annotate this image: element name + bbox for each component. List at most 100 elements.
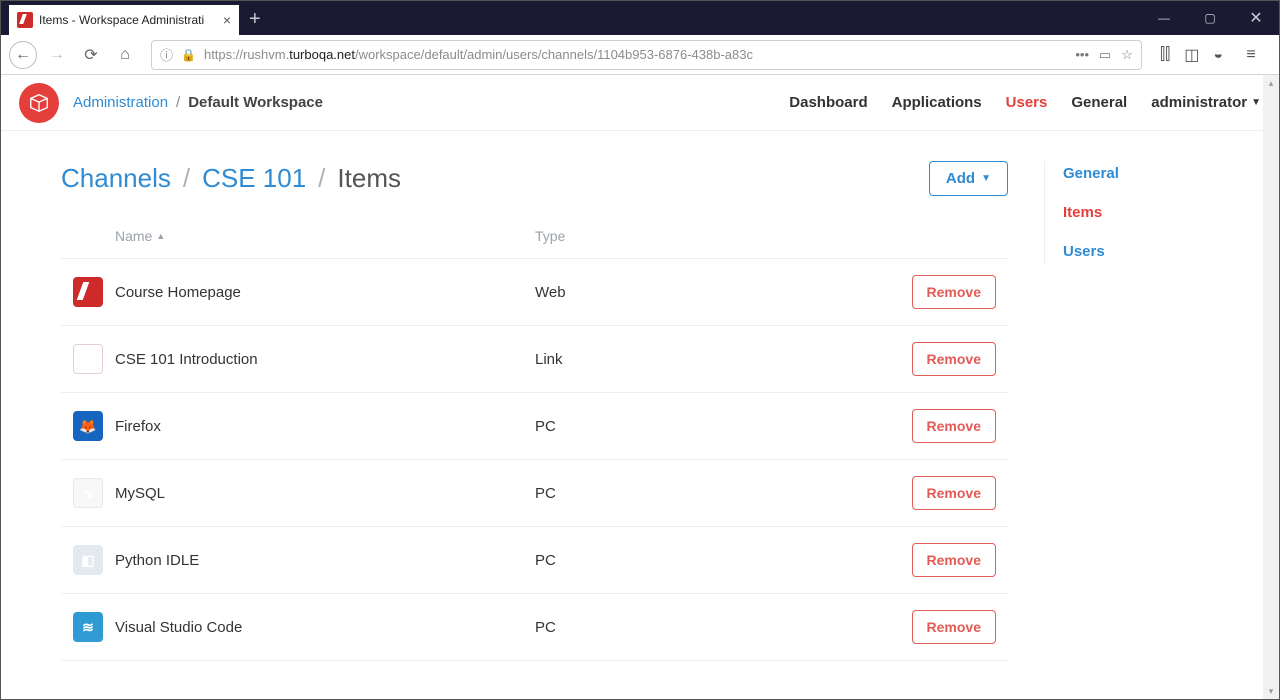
caret-down-icon: ▼ — [1251, 97, 1261, 108]
item-type: Web — [535, 284, 912, 301]
remove-button[interactable]: Remove — [912, 543, 996, 577]
scroll-up-icon[interactable]: ▴ — [1263, 75, 1279, 91]
nav-dashboard[interactable]: Dashboard — [789, 94, 867, 111]
add-button-label: Add — [946, 170, 975, 187]
side-nav: General Items Users — [1044, 161, 1219, 264]
side-users[interactable]: Users — [1063, 243, 1219, 260]
nav-general[interactable]: General — [1071, 94, 1127, 111]
window-minimize-button[interactable]: — — [1141, 1, 1187, 35]
browser-tab[interactable]: Items - Workspace Administrati × — [9, 5, 239, 35]
item-name[interactable]: MySQL — [115, 485, 535, 502]
breadcrumb-workspace: Default Workspace — [188, 94, 323, 111]
crumb-separator-2: / — [318, 163, 325, 194]
site-info-icon[interactable]: ⓘ — [160, 45, 173, 64]
column-name-label: Name — [115, 228, 152, 244]
reader-icon[interactable]: ▭ — [1099, 47, 1111, 63]
remove-button[interactable]: Remove — [912, 275, 996, 309]
table-row: ◧Python IDLEPCRemove — [61, 527, 1008, 594]
item-name[interactable]: Visual Studio Code — [115, 619, 535, 636]
item-type: PC — [535, 485, 912, 502]
item-name[interactable]: CSE 101 Introduction — [115, 351, 535, 368]
row-actions: Remove — [912, 476, 1008, 510]
row-actions: Remove — [912, 543, 1008, 577]
app-top-nav: Administration / Default Workspace Dashb… — [1, 75, 1279, 131]
table-row: ↘MySQLPCRemove — [61, 460, 1008, 527]
tab-title: Items - Workspace Administrati — [39, 13, 204, 27]
item-type: Link — [535, 351, 912, 368]
tab-favicon-icon — [17, 12, 33, 28]
app-icon: ◧ — [73, 545, 103, 575]
item-name[interactable]: Course Homepage — [115, 284, 535, 301]
sidebar-icon[interactable]: ◫ — [1184, 45, 1199, 65]
account-icon[interactable]: ◒ — [1213, 46, 1223, 64]
row-actions: Remove — [912, 409, 1008, 443]
more-icon[interactable]: ••• — [1075, 47, 1089, 62]
brand-logo-icon[interactable] — [19, 83, 59, 123]
item-type: PC — [535, 619, 912, 636]
remove-button[interactable]: Remove — [912, 610, 996, 644]
tab-close-icon[interactable]: × — [223, 12, 231, 28]
table-row: 🦊 FirefoxPCRemove — [61, 393, 1008, 460]
bookmark-star-icon[interactable]: ☆ — [1121, 47, 1133, 63]
items-table: Name ▲ Type Course HomepageWebRemovePDFC… — [61, 218, 1008, 661]
window-close-button[interactable]: ✕ — [1233, 1, 1279, 35]
remove-button[interactable]: Remove — [912, 342, 996, 376]
home-button[interactable]: ⌂ — [111, 41, 139, 69]
table-row: PDF CSE 101 IntroductionLinkRemove — [61, 326, 1008, 393]
menu-icon[interactable]: ≡ — [1237, 46, 1265, 64]
nav-users[interactable]: Users — [1006, 94, 1048, 111]
page-header-row: Channels / CSE 101 / Items Add ▼ — [61, 161, 1008, 196]
library-icon[interactable]: ⫿⫿ — [1160, 46, 1170, 64]
titlebar: Items - Workspace Administrati × + — ▢ ✕ — [1, 1, 1279, 35]
header-breadcrumbs: Administration / Default Workspace — [73, 94, 323, 111]
url-prefix: https://rushvm. — [204, 47, 289, 62]
side-general[interactable]: General — [1063, 165, 1219, 182]
remove-button[interactable]: Remove — [912, 476, 996, 510]
reload-button[interactable]: ⟳ — [77, 41, 105, 69]
vertical-scrollbar[interactable]: ▴ ▾ — [1263, 75, 1279, 699]
forward-button[interactable]: → — [43, 41, 71, 69]
nav-account-menu[interactable]: administrator ▼ — [1151, 94, 1261, 111]
url-path: /workspace/default/admin/users/channels/… — [355, 47, 753, 62]
crumb-items: Items — [337, 163, 401, 194]
address-bar-actions: ••• ▭ ☆ — [1075, 47, 1133, 63]
window-controls: — ▢ ✕ — [1141, 1, 1279, 35]
new-tab-button[interactable]: + — [249, 8, 261, 31]
crumb-separator: / — [183, 163, 190, 194]
add-button[interactable]: Add ▼ — [929, 161, 1008, 196]
header-nav-links: Dashboard Applications Users General adm… — [789, 94, 1261, 111]
side-items[interactable]: Items — [1063, 204, 1219, 221]
browser-toolbar: ← → ⟳ ⌂ ⓘ 🔒 https://rushvm.turboqa.net/w… — [1, 35, 1279, 75]
app-icon: 🦊 — [73, 411, 103, 441]
crumb-channels[interactable]: Channels — [61, 163, 171, 194]
crumb-channel-name[interactable]: CSE 101 — [202, 163, 306, 194]
sort-ascending-icon: ▲ — [156, 231, 165, 241]
breadcrumb-separator: / — [176, 94, 180, 111]
page-body: Channels / CSE 101 / Items Add ▼ — [1, 131, 1279, 691]
row-actions: Remove — [912, 610, 1008, 644]
browser-window: Items - Workspace Administrati × + — ▢ ✕… — [0, 0, 1280, 700]
main-column: Channels / CSE 101 / Items Add ▼ — [61, 161, 1008, 661]
column-name-header[interactable]: Name ▲ — [115, 228, 535, 244]
lock-icon: 🔒 — [181, 48, 196, 62]
remove-button[interactable]: Remove — [912, 409, 996, 443]
scroll-down-icon[interactable]: ▾ — [1263, 683, 1279, 699]
page-breadcrumb: Channels / CSE 101 / Items — [61, 163, 401, 194]
row-actions: Remove — [912, 275, 1008, 309]
app-viewport: ▴ ▾ Administration / Default Workspace — [1, 75, 1279, 699]
address-bar[interactable]: ⓘ 🔒 https://rushvm.turboqa.net/workspace… — [151, 40, 1142, 70]
column-type-header[interactable]: Type — [535, 228, 1008, 244]
table-row: Course HomepageWebRemove — [61, 259, 1008, 326]
back-button[interactable]: ← — [9, 41, 37, 69]
url-host: turboqa.net — [289, 47, 355, 62]
nav-applications[interactable]: Applications — [892, 94, 982, 111]
item-name[interactable]: Firefox — [115, 418, 535, 435]
breadcrumb-administration[interactable]: Administration — [73, 94, 168, 111]
toolbar-right-icons: ⫿⫿ ◫ ◒ ≡ — [1154, 45, 1271, 65]
item-type: PC — [535, 418, 912, 435]
app-icon: PDF — [73, 344, 103, 374]
window-maximize-button[interactable]: ▢ — [1187, 1, 1233, 35]
item-name[interactable]: Python IDLE — [115, 552, 535, 569]
row-actions: Remove — [912, 342, 1008, 376]
caret-down-icon: ▼ — [981, 173, 991, 184]
